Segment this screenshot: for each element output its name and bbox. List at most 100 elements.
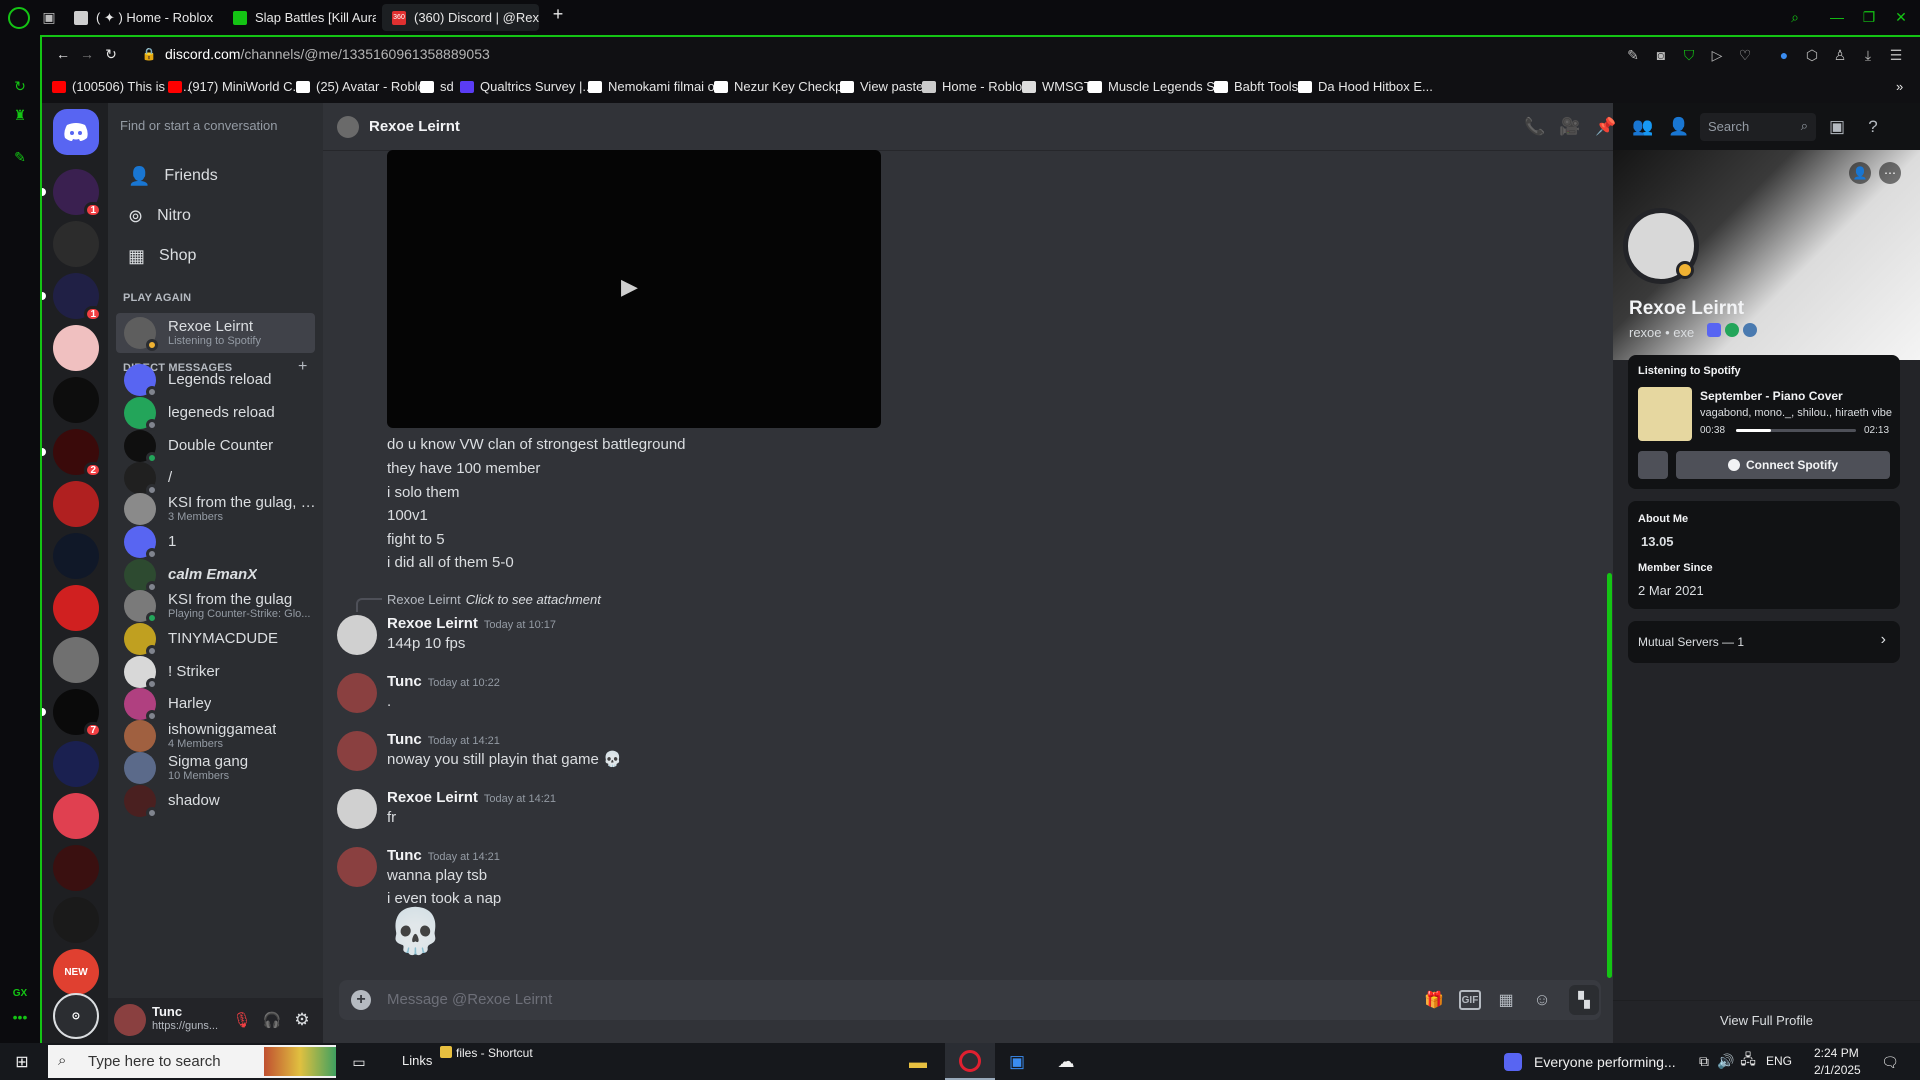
gift-icon[interactable]: 🎁 [1423, 990, 1445, 1010]
message-avatar[interactable] [337, 673, 377, 713]
bookmark-item[interactable]: (25) Avatar - Roblox [296, 79, 431, 94]
settings-gear-icon[interactable]: ⚙ [292, 1010, 312, 1030]
more-bookmarks-icon[interactable]: » [1896, 79, 1903, 94]
album-art[interactable] [1638, 387, 1692, 441]
server-icon[interactable] [53, 533, 99, 579]
camera-icon[interactable]: ◙ [1652, 46, 1670, 64]
forward-icon[interactable]: → [78, 45, 96, 63]
listen-along-button[interactable] [1638, 451, 1668, 479]
chat-scrollbar[interactable] [1607, 573, 1612, 978]
bookmark-item[interactable]: WMSGT [1022, 79, 1092, 94]
reload-icon[interactable]: ↻ [102, 45, 120, 63]
server-icon[interactable]: 7 [42, 689, 102, 738]
server-icon[interactable] [53, 897, 99, 943]
bookmark-item[interactable]: sd [420, 79, 454, 94]
media-now-playing[interactable]: Everyone performing... [1534, 1054, 1676, 1070]
send-icon[interactable]: ▷ [1708, 46, 1726, 64]
chat-search-input[interactable]: Search ⌕ [1700, 113, 1816, 141]
menu-icon[interactable]: ☰ [1887, 46, 1905, 64]
store-icon[interactable]: ▣ [1005, 1051, 1029, 1073]
profile-icon[interactable]: ♙ [1831, 46, 1849, 64]
sidebar-bot-icon[interactable]: ♜ [11, 106, 29, 124]
app-icon[interactable]: ☁ [1052, 1051, 1080, 1073]
tab-discord[interactable]: 360 (360) Discord | @Rex × [382, 4, 539, 31]
nav-nitro[interactable]: ⊚ Nitro [116, 196, 315, 236]
voice-call-icon[interactable]: 📞 [1524, 117, 1546, 137]
opera-gx-logo-icon[interactable] [8, 7, 30, 29]
pin-icon[interactable]: 📌 [1595, 117, 1617, 137]
user-profile-toggle-icon[interactable]: 👤 [1668, 117, 1690, 137]
server-icon[interactable] [53, 325, 99, 371]
headphones-icon[interactable]: 🎧 [262, 1010, 282, 1030]
clock-date[interactable]: 2/1/2025 [1814, 1063, 1861, 1077]
attach-plus-icon[interactable]: + [351, 990, 371, 1010]
server-icon[interactable] [53, 221, 99, 267]
play-icon[interactable]: ▶ [621, 274, 638, 300]
server-icon[interactable] [53, 741, 99, 787]
server-icon[interactable] [53, 845, 99, 891]
taskbar-search-box[interactable]: ⌕ Type here to search [48, 1045, 336, 1078]
song-title[interactable]: September - Piano Cover [1700, 389, 1843, 403]
message-author[interactable]: Tunc [387, 847, 422, 864]
dm-item[interactable]: Rexoe Leirnt Listening to Spotify [116, 313, 315, 353]
server-icon[interactable] [53, 481, 99, 527]
bookmark-item[interactable]: (917) MiniWorld C... [168, 79, 303, 94]
bookmark-item[interactable]: Nemokami filmai o... [588, 79, 726, 94]
minimize-icon[interactable]: — [1828, 8, 1846, 26]
avatar[interactable] [114, 1004, 146, 1036]
server-icon[interactable] [53, 377, 99, 423]
server-icon[interactable]: 2 [42, 429, 102, 478]
badge-icon[interactable] [1725, 323, 1739, 337]
url-field[interactable]: discord.com/channels/@me/133516096135888… [165, 46, 490, 62]
nav-shop[interactable]: ▦ Shop [116, 236, 315, 276]
bookmark-item[interactable]: Nezur Key Checkp... [714, 79, 853, 94]
reply-preview[interactable]: Rexoe Leirnt Click to see attachment [387, 589, 601, 611]
notifications-icon[interactable]: 🗨 [1880, 1052, 1900, 1072]
inbox-icon[interactable]: ▣ [1826, 117, 1848, 137]
workspace-icon[interactable]: ▣ [40, 8, 58, 26]
cube-icon[interactable]: ⬡ [1803, 46, 1821, 64]
restore-icon[interactable]: ❐ [1860, 8, 1878, 26]
extension-blue-icon[interactable]: ● [1775, 46, 1793, 64]
bookmark-item[interactable]: Home - Roblox [922, 79, 1029, 94]
file-explorer-icon[interactable]: ▬ [906, 1051, 930, 1073]
server-icon[interactable]: 1 [42, 273, 102, 322]
emoji-icon[interactable]: ☺ [1531, 990, 1553, 1010]
sidebar-refresh-icon[interactable]: ↻ [11, 77, 29, 95]
bookmark-item[interactable]: Qualtrics Survey |... [460, 79, 593, 94]
download-icon[interactable]: ⤓ [1859, 46, 1877, 64]
clock-time[interactable]: 2:24 PM [1814, 1046, 1859, 1060]
back-icon[interactable]: ← [54, 45, 72, 63]
heart-icon[interactable]: ♡ [1736, 46, 1754, 64]
dm-search-input[interactable]: Find or start a conversation [120, 113, 310, 139]
bookmark-item[interactable]: Babft Tools [1214, 79, 1298, 94]
message-author[interactable]: Rexoe Leirnt [387, 789, 478, 806]
server-icon[interactable] [53, 793, 99, 839]
message-author[interactable]: Tunc [387, 731, 422, 748]
gif-icon[interactable]: GIF [1459, 990, 1481, 1010]
shield-icon[interactable]: ⛉ [1680, 46, 1698, 64]
new-tab-button[interactable]: + [548, 4, 568, 24]
connect-spotify-button[interactable]: Connect Spotify [1676, 451, 1890, 479]
windows-start-icon[interactable]: ⊞ [12, 1052, 32, 1072]
files-shortcut[interactable]: files - Shortcut [456, 1046, 533, 1060]
close-window-icon[interactable]: ✕ [1892, 8, 1910, 26]
server-icon[interactable]: 1 [42, 169, 102, 218]
app-launcher-icon[interactable]: ▚ [1569, 985, 1599, 1015]
volume-icon[interactable]: 🔊 [1717, 1053, 1734, 1069]
more-options-icon[interactable]: ⋯ [1879, 162, 1901, 184]
new-server-badge[interactable]: NEW [53, 949, 99, 995]
profile-avatar[interactable] [1623, 208, 1699, 284]
badge-icon[interactable] [1743, 323, 1757, 337]
tray-icon[interactable]: ⧉ [1696, 1053, 1712, 1069]
sidebar-more-icon[interactable]: ••• [11, 1009, 29, 1025]
server-icon[interactable] [53, 585, 99, 631]
view-full-profile-link[interactable]: View Full Profile [1613, 1013, 1920, 1028]
sticker-icon[interactable]: ▦ [1495, 990, 1517, 1010]
links-toolbar-label[interactable]: Links [402, 1053, 432, 1068]
opera-gx-taskbar-button[interactable] [945, 1043, 995, 1080]
message-input[interactable]: Message @Rexoe Leirnt [387, 991, 552, 1008]
sidebar-edit-icon[interactable]: ✎ [11, 148, 29, 166]
message-avatar[interactable] [337, 615, 377, 655]
message-author[interactable]: Rexoe Leirnt [387, 615, 478, 632]
